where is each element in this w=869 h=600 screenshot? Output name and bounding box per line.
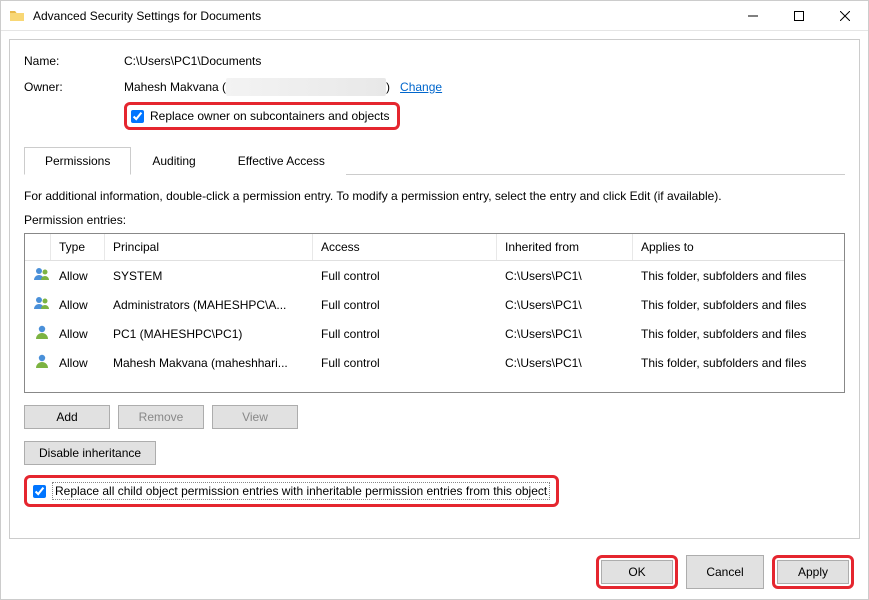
group-icon [33,265,51,283]
maximize-button[interactable] [776,1,822,31]
cell-access: Full control [313,325,497,343]
close-button[interactable] [822,1,868,31]
entry-buttons: Add Remove View [24,405,845,429]
cell-access: Full control [313,354,497,372]
tab-permissions[interactable]: Permissions [24,147,131,175]
group-icon [33,294,51,312]
cell-principal: SYSTEM [105,267,313,285]
remove-button: Remove [118,405,204,429]
cell-applies: This folder, subfolders and files [633,296,844,314]
header-principal[interactable]: Principal [105,234,313,260]
ok-button[interactable]: OK [601,560,673,584]
replace-owner-label[interactable]: Replace owner on subcontainers and objec… [150,109,389,123]
cell-inherited: C:\Users\PC1\ [497,354,633,372]
folder-icon [9,8,25,24]
replace-owner-row: Replace owner on subcontainers and objec… [124,102,845,130]
replace-child-checkbox[interactable] [33,485,46,498]
cell-access: Full control [313,296,497,314]
replace-child-highlight: Replace all child object permission entr… [24,475,559,507]
table-row[interactable]: AllowPC1 (MAHESHPC\PC1)Full controlC:\Us… [25,319,844,348]
header-access[interactable]: Access [313,234,497,260]
owner-row: Owner: Mahesh Makvana ( ) Change [24,78,845,96]
cell-type: Allow [51,354,105,372]
window: Advanced Security Settings for Documents… [0,0,869,600]
cell-type: Allow [51,325,105,343]
cell-inherited: C:\Users\PC1\ [497,296,633,314]
tab-effective-access[interactable]: Effective Access [217,147,346,175]
change-owner-link[interactable]: Change [400,80,442,94]
replace-child-label[interactable]: Replace all child object permission entr… [52,482,550,500]
name-label: Name: [24,54,124,68]
table-body: AllowSYSTEMFull controlC:\Users\PC1\This… [25,261,844,377]
tab-auditing[interactable]: Auditing [131,147,216,175]
cell-principal: Mahesh Makvana (maheshhari... [105,354,313,372]
permission-table: Type Principal Access Inherited from App… [24,233,845,393]
cell-inherited: C:\Users\PC1\ [497,267,633,285]
owner-name: Mahesh Makvana ( [124,80,226,94]
cell-access: Full control [313,267,497,285]
name-row: Name: C:\Users\PC1\Documents [24,54,845,68]
footer-buttons: OK Cancel Apply [1,547,868,599]
tabs: Permissions Auditing Effective Access [24,146,845,175]
apply-highlight: Apply [772,555,854,589]
table-header: Type Principal Access Inherited from App… [25,234,844,261]
cell-type: Allow [51,267,105,285]
table-row[interactable]: AllowAdministrators (MAHESHPC\A...Full c… [25,290,844,319]
cell-applies: This folder, subfolders and files [633,267,844,285]
inheritance-row: Disable inheritance [24,441,845,465]
name-value: C:\Users\PC1\Documents [124,54,261,68]
cell-inherited: C:\Users\PC1\ [497,325,633,343]
titlebar-buttons [730,1,868,31]
replace-child-row: Replace all child object permission entr… [24,475,845,507]
header-inherited[interactable]: Inherited from [497,234,633,260]
content-panel: Name: C:\Users\PC1\Documents Owner: Mahe… [9,39,860,539]
entries-label: Permission entries: [24,213,845,227]
titlebar: Advanced Security Settings for Documents [1,1,868,31]
owner-label: Owner: [24,80,124,94]
header-applies[interactable]: Applies to [633,234,844,260]
owner-masked [226,78,386,96]
cancel-button[interactable]: Cancel [686,555,764,589]
add-button[interactable]: Add [24,405,110,429]
view-button: View [212,405,298,429]
cell-applies: This folder, subfolders and files [633,325,844,343]
ok-highlight: OK [596,555,678,589]
cell-principal: PC1 (MAHESHPC\PC1) [105,325,313,343]
minimize-button[interactable] [730,1,776,31]
owner-close-paren: ) [386,80,390,94]
cell-principal: Administrators (MAHESHPC\A... [105,296,313,314]
header-type[interactable]: Type [51,234,105,260]
table-row[interactable]: AllowMahesh Makvana (maheshhari...Full c… [25,348,844,377]
cell-applies: This folder, subfolders and files [633,354,844,372]
disable-inheritance-button[interactable]: Disable inheritance [24,441,156,465]
window-title: Advanced Security Settings for Documents [33,9,730,23]
replace-owner-checkbox[interactable] [131,110,144,123]
table-row[interactable]: AllowSYSTEMFull controlC:\Users\PC1\This… [25,261,844,290]
replace-owner-highlight: Replace owner on subcontainers and objec… [124,102,400,130]
user-icon [33,323,51,341]
cell-type: Allow [51,296,105,314]
apply-button[interactable]: Apply [777,560,849,584]
user-icon [33,352,51,370]
info-text: For additional information, double-click… [24,189,845,203]
